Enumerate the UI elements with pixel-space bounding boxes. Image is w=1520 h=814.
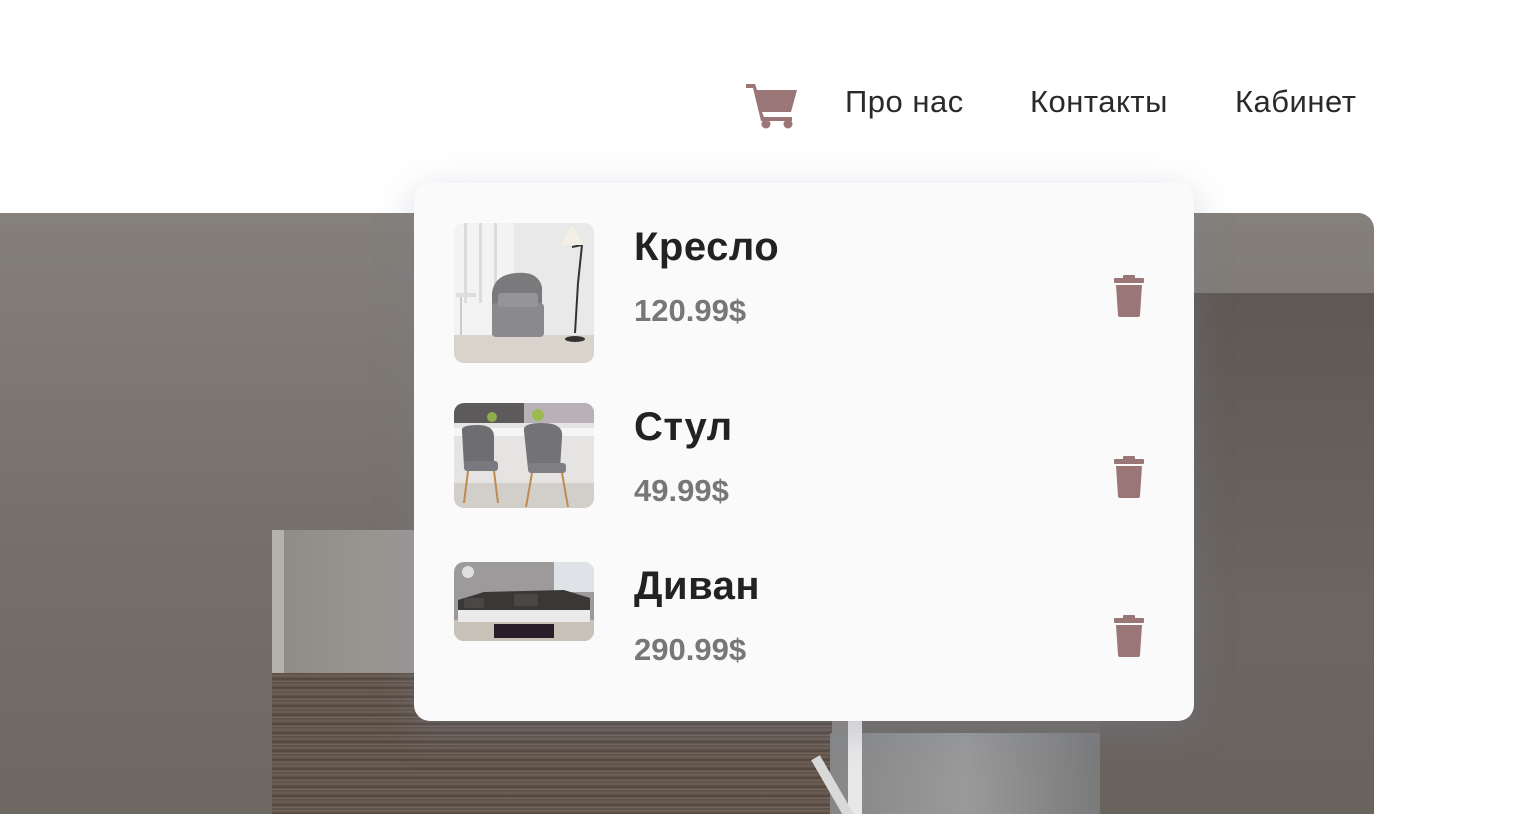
cart-item: Диван 290.99$ bbox=[414, 562, 1194, 672]
trash-icon bbox=[1114, 456, 1144, 498]
delete-item-button[interactable] bbox=[1112, 275, 1146, 317]
nav-contacts-link[interactable]: Контакты bbox=[1030, 84, 1168, 120]
cart-item-price: 120.99$ bbox=[634, 293, 747, 328]
nav-cabinet-link[interactable]: Кабинет bbox=[1235, 84, 1356, 120]
delete-item-button[interactable] bbox=[1112, 456, 1146, 498]
chairs-photo bbox=[454, 403, 594, 508]
site-header: Про нас Контакты Кабинет bbox=[0, 0, 1520, 180]
cart-item: Кресло 120.99$ bbox=[414, 223, 1194, 363]
cart-button[interactable] bbox=[744, 80, 800, 130]
cart-item-price: 290.99$ bbox=[634, 632, 747, 667]
cart-item-name: Диван bbox=[634, 564, 761, 608]
cart-item-price: 49.99$ bbox=[634, 473, 729, 508]
cart-item: Стул 49.99$ bbox=[414, 403, 1194, 508]
cart-item-name: Кресло bbox=[634, 225, 780, 269]
cart-dropdown: Кресло 120.99$ Стул 49.99$ Диван 290.99$ bbox=[414, 183, 1194, 721]
delete-item-button[interactable] bbox=[1112, 615, 1146, 657]
cart-item-name: Стул bbox=[634, 405, 733, 449]
nav-about-link[interactable]: Про нас bbox=[845, 84, 964, 120]
trash-icon bbox=[1114, 615, 1144, 657]
hero-glass-panel bbox=[830, 733, 1100, 814]
sofa-photo bbox=[454, 562, 594, 641]
shopping-cart-icon bbox=[746, 84, 797, 129]
trash-icon bbox=[1114, 275, 1144, 317]
armchair-photo bbox=[454, 223, 594, 363]
